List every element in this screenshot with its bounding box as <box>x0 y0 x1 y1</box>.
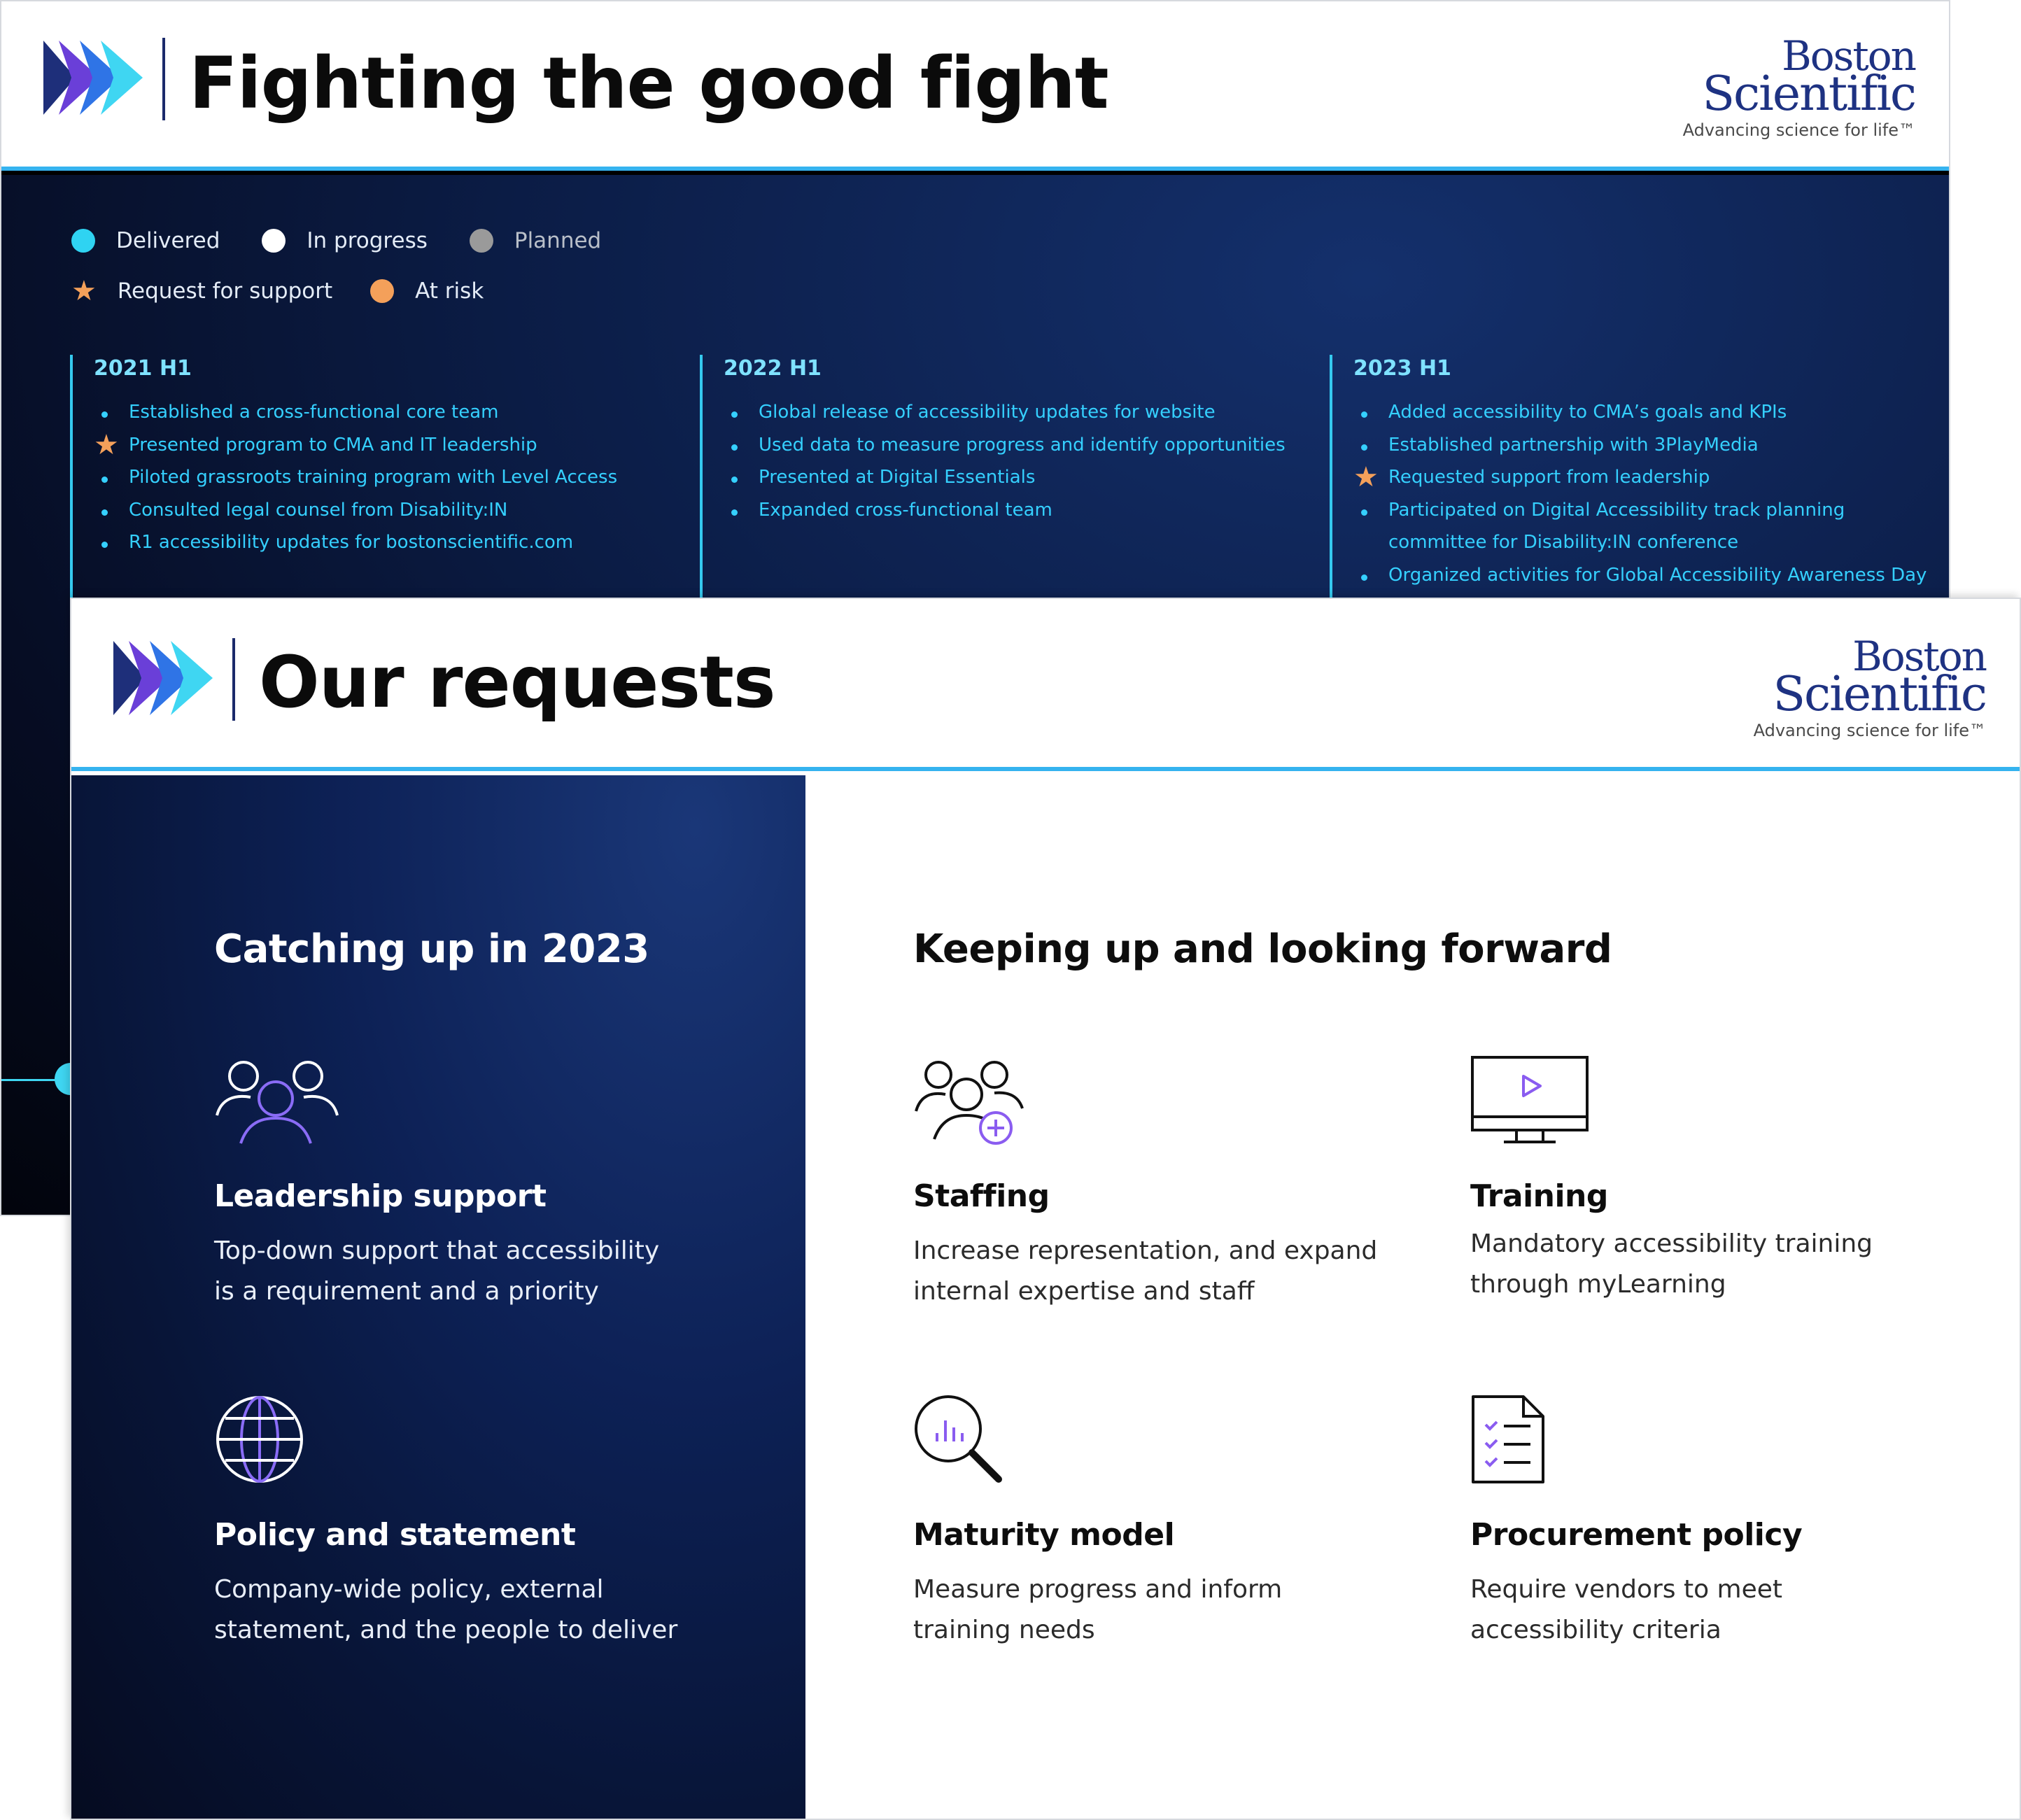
slide1-header: Fighting the good fight Boston Scientific… <box>1 1 1949 171</box>
legend-label: Planned <box>514 228 602 253</box>
at-risk-dot-icon <box>370 279 395 303</box>
monitor-play-icon <box>1471 1056 1589 1143</box>
star-icon: ★ <box>94 428 119 461</box>
card-title: Staffing <box>913 1178 1050 1214</box>
column-title: 2021 H1 <box>94 356 192 381</box>
section-heading: Keeping up and looking forward <box>913 926 1612 972</box>
brand-line2: Scientific <box>1773 667 1987 722</box>
slide-our-requests: Our requests Boston Scientific Advancing … <box>70 598 2021 1820</box>
card-maturity-model: Maturity model Measure progress and info… <box>913 1394 1417 1651</box>
milestone-item: Global release of accessibility updates … <box>724 396 1286 429</box>
checklist-document-icon <box>1472 1395 1544 1483</box>
legend-label: At risk <box>415 278 484 304</box>
card-title: Maturity model <box>913 1517 1175 1553</box>
in-progress-dot-icon <box>262 229 286 253</box>
card-description: Top-down support that accessibility is a… <box>214 1236 660 1306</box>
card-description: Require vendors to meet accessibility cr… <box>1470 1575 1783 1644</box>
milestone-item: Participated on Digital Accessibility tr… <box>1353 494 1927 527</box>
planned-dot-icon <box>469 229 493 253</box>
card-procurement-policy: Procurement policy Require vendors to me… <box>1470 1394 1974 1651</box>
brand-tagline: Advancing science for life™ <box>1753 721 1986 740</box>
milestone-list: Global release of accessibility updates … <box>724 396 1286 526</box>
milestone-item: Established partnership with 3PlayMedia <box>1353 429 1927 462</box>
milestone-item: Piloted grassroots training program with… <box>94 461 617 494</box>
catching-up-panel: Catching up in 2023 Leadership support T… <box>71 775 805 1819</box>
people-group-icon <box>216 1061 339 1144</box>
legend-in-progress: In progress <box>262 228 428 253</box>
brand-line2: Scientific <box>1702 66 1917 122</box>
milestone-item: ★ Requested support from leadership <box>1353 461 1710 493</box>
brand-tagline: Advancing science for life™ <box>1682 120 1915 140</box>
boston-scientific-logo: Boston Scientific Advancing science for l… <box>1682 36 1917 140</box>
milestone-item: Expanded cross-functional team <box>724 494 1286 527</box>
column-title: 2022 H1 <box>724 356 822 381</box>
globe-icon <box>216 1396 303 1483</box>
card-title: Procurement policy <box>1470 1517 1803 1553</box>
section-heading: Catching up in 2023 <box>214 926 649 972</box>
legend-label: In progress <box>307 228 428 253</box>
chevrons-logo-icon <box>43 41 143 115</box>
looking-forward-panel: Keeping up and looking forward Staffing … <box>805 775 2020 1819</box>
column-title: 2023 H1 <box>1353 356 1451 381</box>
delivered-dot-icon <box>71 229 95 253</box>
milestone-item: ★ Presented program to CMA and IT leaders… <box>94 428 537 461</box>
card-training: Training Mandatory accessibility trainin… <box>1470 1055 1974 1305</box>
card-leadership-support: Leadership support Top-down support that… <box>214 1055 718 1312</box>
milestone-item: Added accessibility to CMA’s goals and K… <box>1353 396 1927 429</box>
milestone-item: R1 accessibility updates for bostonscien… <box>94 526 617 559</box>
card-description: Company-wide policy, external statement,… <box>214 1575 678 1644</box>
milestone-item: Presented at Digital Essentials <box>724 461 1286 494</box>
chevrons-logo-icon <box>113 641 213 715</box>
slide2-title: Our requests <box>259 641 776 724</box>
legend-label: Delivered <box>116 228 220 253</box>
milestone-list: Established a cross-functional core team… <box>94 396 617 559</box>
add-people-icon <box>915 1061 1024 1145</box>
card-title: Policy and statement <box>214 1517 576 1553</box>
card-staffing: Staffing Increase representation, and ex… <box>913 1055 1417 1312</box>
header-divider <box>232 638 235 721</box>
slide2-header: Our requests Boston Scientific Advancing … <box>71 599 2020 771</box>
legend-row-1: Delivered In progress Planned <box>71 228 643 253</box>
milestone-item-continued: committee for Disability:IN conference <box>1388 532 1739 553</box>
legend-row-2: ★ Request for support At risk <box>71 275 526 307</box>
milestone-item: Organized activities for Global Accessib… <box>1353 559 1927 592</box>
legend-request-for-support: ★ Request for support <box>71 275 333 307</box>
legend-delivered: Delivered <box>71 228 220 253</box>
card-title: Leadership support <box>214 1178 547 1214</box>
card-policy-and-statement: Policy and statement Company-wide policy… <box>214 1394 718 1651</box>
milestone-item: Established a cross-functional core team <box>94 396 617 429</box>
magnifier-chart-icon <box>915 1395 1002 1483</box>
header-divider <box>162 38 165 120</box>
card-title: Training <box>1470 1178 1608 1214</box>
milestone-item: Consulted legal counsel from Disability:… <box>94 494 617 527</box>
legend-at-risk: At risk <box>370 278 484 304</box>
card-description: Mandatory accessibility training through… <box>1470 1229 1873 1299</box>
star-icon: ★ <box>1353 461 1379 493</box>
card-description: Measure progress and inform training nee… <box>913 1575 1283 1644</box>
card-description: Increase representation, and expand inte… <box>913 1236 1378 1306</box>
timeline-line <box>1 1079 57 1081</box>
star-icon: ★ <box>71 275 97 307</box>
legend-label: Request for support <box>117 278 333 304</box>
milestone-item: Used data to measure progress and identi… <box>724 429 1286 462</box>
slide1-title: Fighting the good fight <box>189 42 1109 125</box>
boston-scientific-logo: Boston Scientific Advancing science for l… <box>1753 636 1987 740</box>
legend-planned: Planned <box>469 228 602 253</box>
milestone-list: Added accessibility to CMA’s goals and K… <box>1353 396 1927 591</box>
